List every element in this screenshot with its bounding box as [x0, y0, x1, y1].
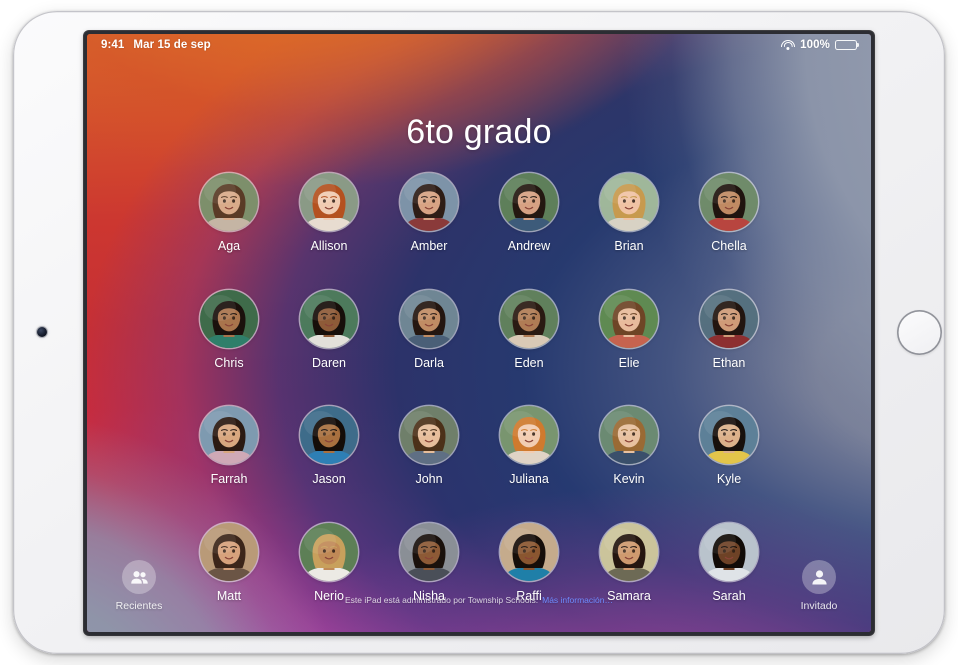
user-tile[interactable]: Raffi	[490, 522, 569, 603]
user-avatar[interactable]	[200, 289, 258, 348]
user-avatar[interactable]	[200, 406, 258, 464]
status-bar: 9:41 Mar 15 de sep 100%	[87, 34, 871, 56]
status-time: 9:41	[101, 39, 125, 51]
user-name: Eden	[514, 355, 544, 370]
user-tile[interactable]: Jason	[290, 406, 369, 486]
user-tile[interactable]: Juliana	[490, 406, 569, 486]
user-avatar[interactable]	[300, 173, 358, 231]
user-row: Farrah Jason John Juliana Kevin Kyle	[190, 406, 769, 486]
user-name: John	[415, 472, 443, 486]
user-tile[interactable]: Sarah	[690, 522, 769, 603]
screen-bezel: 9:41 Mar 15 de sep 100% 6to grado Aga All…	[84, 31, 874, 635]
user-avatar[interactable]	[300, 289, 358, 348]
user-name: Farrah	[210, 472, 248, 486]
wifi-icon	[781, 39, 796, 51]
user-avatar[interactable]	[500, 173, 558, 231]
user-tile[interactable]: Kevin	[590, 406, 669, 486]
user-name: Elie	[618, 355, 640, 370]
guest-label: Invitado	[800, 600, 838, 612]
user-avatar[interactable]	[700, 522, 758, 581]
user-tile[interactable]: Kyle	[690, 406, 769, 486]
managed-device-note: Este iPad está administrado por Township…	[87, 595, 871, 605]
user-name: Juliana	[509, 472, 549, 486]
user-name: Chris	[214, 355, 244, 370]
user-avatar[interactable]	[400, 406, 458, 464]
more-info-link[interactable]: Más información…	[542, 595, 613, 605]
user-avatar[interactable]	[600, 406, 658, 464]
user-row: Chris Daren Darla Eden Elie Ethan	[190, 289, 769, 370]
user-row: Aga Allison Amber Andrew Brian Chella	[190, 173, 769, 253]
recents-button[interactable]: Recientes	[98, 560, 180, 612]
front-camera-icon	[37, 327, 47, 337]
user-name: Kyle	[716, 472, 742, 486]
user-name: Jason	[312, 472, 346, 486]
user-name: Brian	[614, 239, 644, 253]
status-bar-right: 100%	[781, 39, 857, 51]
user-avatar[interactable]	[400, 173, 458, 231]
user-tile[interactable]: Eden	[490, 289, 569, 370]
user-name: Allison	[310, 239, 348, 253]
user-tile[interactable]: John	[390, 406, 469, 486]
user-row: Matt Nerio Nisha Raffi Samara Sarah	[190, 522, 769, 603]
user-avatar[interactable]	[300, 522, 358, 581]
user-name: Aga	[217, 239, 241, 253]
user-avatar[interactable]	[300, 406, 358, 464]
user-name: Darla	[414, 355, 444, 370]
user-tile[interactable]: Andrew	[490, 173, 569, 253]
user-avatar[interactable]	[600, 522, 658, 581]
user-tile[interactable]: Samara	[590, 522, 669, 603]
user-name: Kevin	[613, 472, 645, 486]
user-name: Amber	[410, 239, 448, 253]
guest-button[interactable]: Invitado	[778, 560, 860, 612]
user-tile[interactable]: Chris	[190, 289, 269, 370]
user-avatar[interactable]	[200, 522, 258, 581]
status-date: Mar 15 de sep	[133, 39, 211, 51]
user-tile[interactable]: Elie	[590, 289, 669, 370]
person-icon	[802, 560, 836, 594]
user-avatar[interactable]	[400, 522, 458, 581]
user-avatar[interactable]	[700, 289, 758, 348]
user-tile[interactable]: Daren	[290, 289, 369, 370]
user-tile[interactable]: Matt	[190, 522, 269, 603]
home-button[interactable]	[897, 310, 942, 355]
user-tile[interactable]: Brian	[590, 173, 669, 253]
battery-percent-label: 100%	[800, 39, 830, 51]
battery-full-icon	[835, 39, 857, 51]
user-tile[interactable]: Ethan	[690, 289, 769, 370]
ipad-screen: 9:41 Mar 15 de sep 100% 6to grado Aga All…	[87, 34, 871, 632]
user-tile[interactable]: Allison	[290, 173, 369, 253]
user-avatar[interactable]	[600, 173, 658, 231]
user-tile[interactable]: Nisha	[390, 522, 469, 603]
user-tile[interactable]: Chella	[690, 173, 769, 253]
user-grid: Aga Allison Amber Andrew Brian Chella Chris Dar…	[87, 173, 871, 603]
page-title: 6to grado	[406, 113, 552, 151]
user-tile[interactable]: Farrah	[190, 406, 269, 486]
recents-label: Recientes	[115, 600, 163, 612]
user-name: Andrew	[507, 239, 551, 253]
two-people-icon	[122, 560, 156, 594]
user-avatar[interactable]	[500, 522, 558, 581]
user-avatar[interactable]	[700, 406, 758, 464]
user-name: Daren	[311, 355, 347, 370]
user-name: Ethan	[712, 355, 746, 370]
user-tile[interactable]: Darla	[390, 289, 469, 370]
user-avatar[interactable]	[500, 406, 558, 464]
user-avatar[interactable]	[600, 289, 658, 348]
user-avatar[interactable]	[200, 173, 258, 231]
status-bar-left: 9:41 Mar 15 de sep	[101, 39, 211, 51]
user-avatar[interactable]	[500, 289, 558, 348]
user-avatar[interactable]	[700, 173, 758, 231]
user-tile[interactable]: Nerio	[290, 522, 369, 603]
user-tile[interactable]: Amber	[390, 173, 469, 253]
user-name: Chella	[711, 239, 747, 253]
user-avatar[interactable]	[400, 289, 458, 348]
managed-device-text: Este iPad está administrado por Township…	[345, 595, 539, 605]
user-tile[interactable]: Aga	[190, 173, 269, 253]
